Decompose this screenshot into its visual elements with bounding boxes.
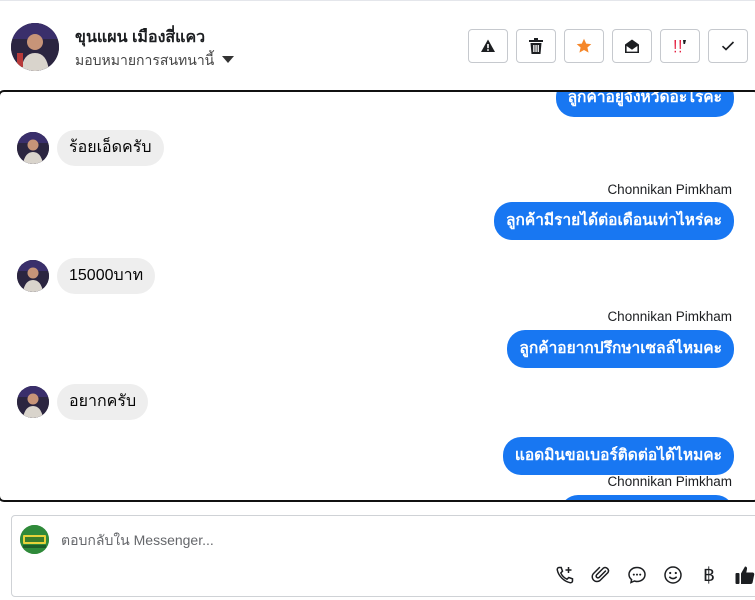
message-row-incoming: 15000บาท <box>17 258 156 294</box>
contact-avatar[interactable] <box>11 23 59 71</box>
message-bubble-outgoing: ลูกค้ามีรายได้ต่อเดือนเท่าไหร่คะ <box>493 202 734 240</box>
sender-name: Chonnikan Pimkham <box>607 309 732 324</box>
message-bubble-incoming: 15000บาท <box>57 258 156 294</box>
assign-conversation-dropdown[interactable]: มอบหมายการสนทนานี้ <box>75 50 235 72</box>
reply-input[interactable] <box>59 528 563 552</box>
baht-icon[interactable]: ฿ <box>698 564 720 586</box>
contact-name: ขุนแผน เมืองสี่แคว <box>75 29 206 46</box>
message-bubble-incoming: ร้อยเอ็ดครับ <box>57 130 164 166</box>
delete-button[interactable] <box>516 29 556 63</box>
star-button[interactable] <box>564 29 604 63</box>
contact-avatar-small <box>17 260 49 292</box>
message-thread[interactable]: ลูกค้าอยู่จังหวัดอะไรคะ ร้อยเอ็ดครับ Cho… <box>0 90 755 502</box>
message-bubble-incoming: อยากครับ <box>57 384 149 420</box>
assign-conversation-label: มอบหมายการสนทนานี้ <box>75 52 215 68</box>
conversation-actions <box>468 29 748 63</box>
chat-bubble-icon[interactable] <box>626 564 648 586</box>
call-add-icon[interactable] <box>554 564 576 586</box>
report-spam-button[interactable] <box>468 29 508 63</box>
message-row-incoming: อยากครับ <box>17 384 149 420</box>
contact-avatar-small <box>17 132 49 164</box>
conversation-header: ขุนแผน เมืองสี่แคว มอบหมายการสนทนานี้ <box>0 0 755 91</box>
follow-up-icon <box>674 40 686 53</box>
thumbs-up-icon[interactable] <box>734 564 755 586</box>
message-bubble-outgoing: ลูกค้าอยู่จังหวัดอะไรคะ <box>555 92 734 117</box>
contact-avatar-small <box>17 386 49 418</box>
message-bubble-outgoing: แอดมินขอเบอร์ติดต่อได้ไหมคะ <box>502 437 734 475</box>
star-icon <box>576 38 592 53</box>
paperclip-icon[interactable] <box>590 564 612 586</box>
follow-up-button[interactable] <box>660 29 700 63</box>
envelope-open-icon <box>625 39 639 53</box>
mark-done-button[interactable] <box>708 29 748 63</box>
message-bubble-outgoing: ลูกค้าอยากปรึกษาเซลล์ไหมคะ <box>507 330 734 368</box>
warning-icon <box>481 39 495 52</box>
emoji-icon[interactable] <box>662 564 684 586</box>
sender-name: Chonnikan Pimkham <box>607 182 732 197</box>
composer-toolbar: ฿ <box>554 564 755 586</box>
caret-down-icon <box>222 56 235 63</box>
reply-composer: ฿ <box>11 515 755 597</box>
message-row-incoming: ร้อยเอ็ดครับ <box>17 130 164 166</box>
mark-unread-button[interactable] <box>612 29 652 63</box>
sender-name: Chonnikan Pimkham <box>607 474 732 489</box>
check-icon <box>721 41 735 51</box>
message-bubble-outgoing <box>560 495 734 500</box>
page-avatar <box>20 525 49 554</box>
trash-icon <box>529 38 543 54</box>
